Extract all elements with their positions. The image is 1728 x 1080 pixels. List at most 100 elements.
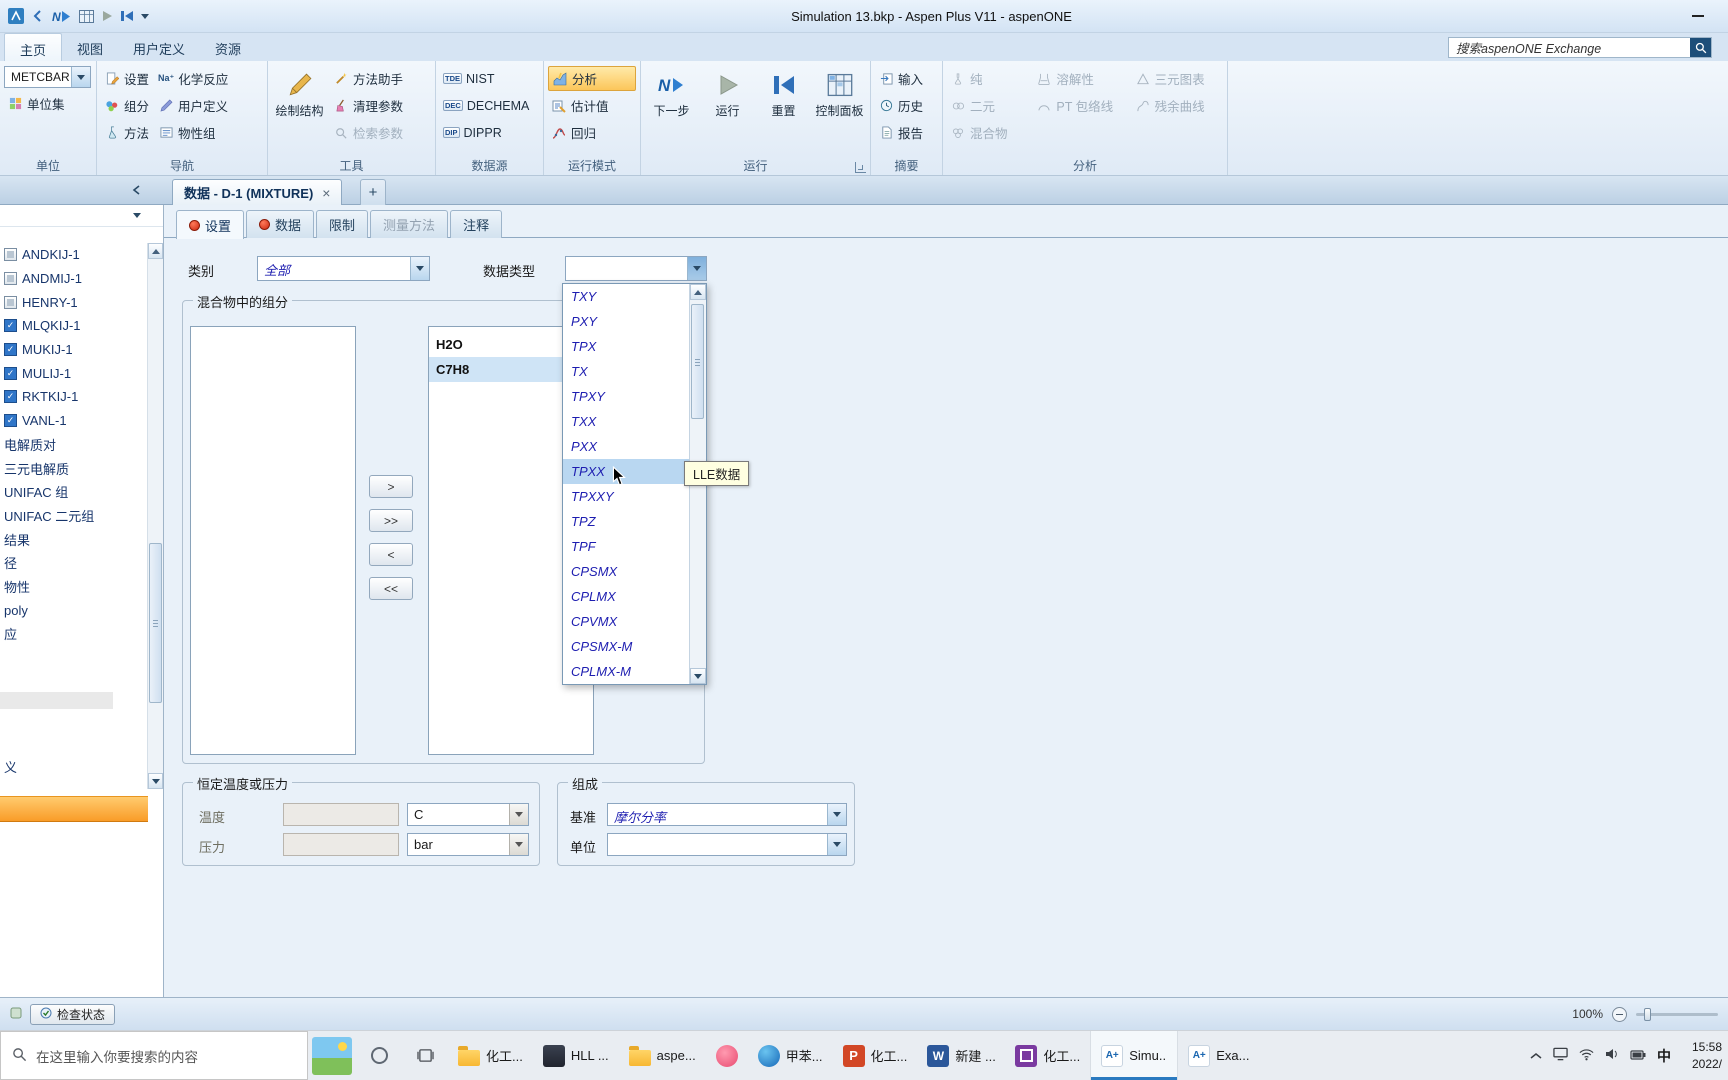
new-tab-button[interactable]: +	[360, 179, 386, 205]
run-icon[interactable]	[101, 6, 113, 26]
category-combo[interactable]: 全部	[257, 256, 430, 281]
tree-item[interactable]: HENRY-1	[0, 290, 146, 314]
ribbon-tab[interactable]: 资源	[200, 33, 256, 61]
aspenone-search-box[interactable]: 搜索aspenONE Exchange	[1448, 37, 1712, 58]
ime-indicator[interactable]: 中	[1657, 1046, 1671, 1066]
next-step-icon[interactable]: N	[52, 6, 72, 26]
scroll-down-icon[interactable]	[690, 668, 706, 684]
tree-item[interactable]: 应	[0, 622, 146, 646]
unit-set-combo[interactable]: METCBAR	[4, 66, 91, 88]
navigation-filter[interactable]	[0, 205, 163, 227]
chemistry-button[interactable]: Na⁺ 化学反应	[155, 66, 231, 91]
next-button[interactable]: N 下一步	[645, 66, 698, 157]
datatype-combo[interactable]	[565, 256, 707, 281]
tree-item[interactable]: 物性	[0, 575, 146, 599]
datatype-option[interactable]: TPXX	[563, 459, 689, 484]
tree-item[interactable]: poly	[0, 598, 146, 622]
taskbar-app-button[interactable]: 新建 ...	[917, 1031, 1005, 1080]
wifi-icon[interactable]	[1579, 1048, 1594, 1064]
prop-sets-button[interactable]: 物性组	[155, 120, 231, 145]
ribbon-tab[interactable]: 视图	[62, 33, 118, 61]
chevron-down-icon[interactable]	[509, 804, 528, 825]
history-button[interactable]: 历史	[875, 93, 938, 118]
datatype-option[interactable]: CPSMX-M	[563, 634, 689, 659]
clock[interactable]: 15:58 2022/	[1682, 1039, 1722, 1071]
run-button[interactable]: 运行	[701, 66, 754, 157]
tree-item[interactable]: MLQKIJ-1	[0, 314, 146, 338]
input-button[interactable]: 输入	[875, 66, 938, 91]
properties-nav-highlight[interactable]	[0, 796, 148, 822]
datatype-option[interactable]: PXX	[563, 434, 689, 459]
draw-structure-button[interactable]: 绘制结构	[272, 66, 327, 157]
datatype-option[interactable]: CPLMX-M	[563, 659, 689, 684]
tree-item[interactable]: 三元电解质	[0, 456, 146, 480]
nist-button[interactable]: TDE NIST	[440, 66, 539, 91]
transfer-button[interactable]: >	[369, 475, 413, 498]
tree-item[interactable]: 电解质对	[0, 433, 146, 457]
scroll-down-icon[interactable]	[148, 773, 163, 789]
taskbar-app-button[interactable]: 甲苯...	[748, 1031, 833, 1080]
methods-button[interactable]: 方法	[101, 120, 152, 145]
report-button[interactable]: 报告	[875, 120, 938, 145]
estimation-mode-button[interactable]: 估计值	[548, 93, 636, 118]
transfer-button[interactable]: <<	[369, 577, 413, 600]
tree-item[interactable]: UNIFAC 组	[0, 480, 146, 504]
ribbon-tab[interactable]: 主页	[4, 33, 63, 61]
speaker-icon[interactable]	[1605, 1048, 1619, 1063]
zoom-slider-handle[interactable]	[1644, 1007, 1651, 1021]
control-panel-button[interactable]: 控制面板	[813, 66, 866, 157]
taskbar-search-input[interactable]: 在这里输入你要搜索的内容	[0, 1031, 308, 1080]
datatype-option[interactable]: TPF	[563, 534, 689, 559]
datatype-option[interactable]: TXX	[563, 409, 689, 434]
reset-button[interactable]: 重置	[757, 66, 810, 157]
tree-item[interactable]: UNIFAC 二元组	[0, 504, 146, 528]
tree-item[interactable]: 径	[0, 551, 146, 575]
taskbar-app-button[interactable]: Exa...	[1178, 1031, 1259, 1080]
zoom-slider[interactable]	[1636, 1007, 1718, 1021]
transfer-button[interactable]: >>	[369, 509, 413, 532]
pressure-unit-combo[interactable]: bar	[407, 833, 529, 856]
dechema-button[interactable]: DEC DECHEMA	[440, 93, 539, 118]
form-tab[interactable]: 数据	[246, 210, 315, 238]
taskbar-app-button[interactable]: Simu...	[1090, 1031, 1179, 1080]
datatype-option[interactable]: CPLMX	[563, 584, 689, 609]
taskbar-app-button[interactable]: 化工...	[448, 1031, 533, 1080]
form-tab[interactable]: 设置	[176, 210, 245, 239]
tree-item[interactable]: RKTKIJ-1	[0, 385, 146, 409]
setup-button[interactable]: 设置	[101, 66, 152, 91]
zoom-out-button[interactable]	[1612, 1006, 1627, 1022]
chevron-left-icon[interactable]	[128, 182, 144, 198]
search-icon[interactable]	[1690, 38, 1711, 57]
tree-item[interactable]: VANL-1	[0, 409, 146, 433]
tree-item[interactable]: ANDMIJ-1	[0, 267, 146, 291]
back-icon[interactable]	[31, 6, 45, 26]
tray-expand-icon[interactable]	[1530, 1048, 1542, 1063]
tree-item[interactable]: MUKIJ-1	[0, 338, 146, 362]
datatype-option[interactable]: CPSMX	[563, 559, 689, 584]
transfer-button[interactable]: <	[369, 543, 413, 566]
minimize-button[interactable]	[1692, 6, 1704, 26]
dippr-button[interactable]: DIP DIPPR	[440, 120, 539, 145]
taskbar-app-button[interactable]: 化工...	[833, 1031, 918, 1080]
taskbar-app-button[interactable]: HLL ...	[533, 1031, 619, 1080]
form-tab[interactable]: 限制	[316, 210, 369, 238]
basis-combo[interactable]: 摩尔分率	[607, 803, 847, 826]
check-status-button[interactable]: 检查状态	[30, 1003, 116, 1025]
datatype-option[interactable]: TPZ	[563, 509, 689, 534]
ribbon-tab[interactable]: 用户定义	[118, 33, 200, 61]
dialog-launcher-icon[interactable]	[855, 162, 866, 173]
tree-item[interactable]: 结果	[0, 527, 146, 551]
available-components-listbox[interactable]	[190, 326, 356, 755]
tree-selected-row[interactable]	[0, 692, 113, 709]
chevron-down-icon[interactable]	[71, 67, 90, 87]
datatype-option[interactable]: TPX	[563, 334, 689, 359]
datatype-option[interactable]: CPVMX	[563, 609, 689, 634]
chevron-down-icon[interactable]	[827, 834, 846, 855]
temperature-unit-combo[interactable]: C	[407, 803, 529, 826]
sidebar-scrollbar[interactable]	[147, 243, 163, 789]
taskbar-app-button[interactable]: 化工...	[1005, 1031, 1090, 1080]
components-button[interactable]: 组分	[101, 93, 152, 118]
battery-icon[interactable]	[1630, 1048, 1646, 1063]
qat-dropdown-icon[interactable]	[141, 6, 149, 26]
form-tab[interactable]: 测量方法	[370, 210, 449, 238]
